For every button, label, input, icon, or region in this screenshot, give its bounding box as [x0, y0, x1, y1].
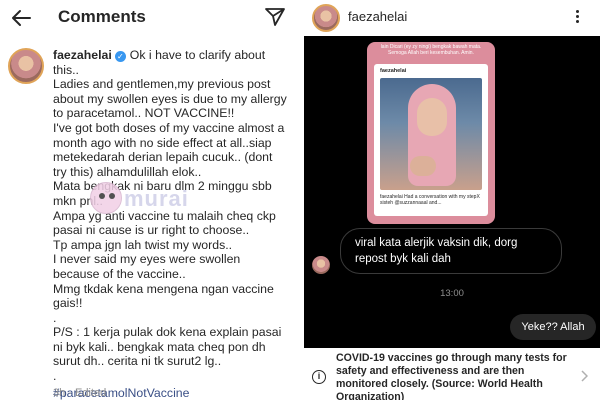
- avatar[interactable]: [8, 48, 44, 84]
- watermark-mascot-icon: [90, 182, 122, 214]
- shared-post-card: faezahelai faezahelai Had a conversation…: [374, 64, 488, 216]
- comment-time: 3h: [53, 387, 66, 399]
- avatar[interactable]: [312, 4, 340, 32]
- chevron-right-icon: [581, 370, 588, 382]
- comment-meta: 3h · Edited: [53, 387, 107, 399]
- panel-divider: [296, 0, 304, 400]
- watermark-text: murai: [124, 186, 189, 211]
- message-bubble-received: viral kata alerjik vaksin dik, dorg repo…: [340, 228, 562, 274]
- arrow-left-icon[interactable]: [10, 8, 32, 28]
- comment-body: faezahelai ✓ Ok i have to clarify about th…: [53, 48, 289, 400]
- comment: faezahelai ✓ Ok i have to clarify about th…: [0, 40, 296, 400]
- shared-post-photo: [380, 78, 482, 190]
- edited-label: Edited: [75, 387, 107, 399]
- page-title: Comments: [58, 7, 146, 26]
- dm-header: faezahelai: [304, 0, 600, 36]
- kebab-menu-icon[interactable]: [574, 9, 580, 27]
- shared-post-username: faezahelai: [380, 68, 407, 74]
- comment-username[interactable]: faezahelai: [53, 48, 112, 62]
- comments-header: Comments: [0, 0, 296, 36]
- info-icon: i: [312, 370, 326, 384]
- covid-info-notice[interactable]: i COVID-19 vaccines go through many test…: [304, 348, 600, 400]
- comments-screen: Comments faezahelai ✓ Ok i have to clarify…: [0, 0, 296, 400]
- verified-badge-icon: ✓: [114, 51, 126, 62]
- paper-plane-icon[interactable]: [264, 7, 286, 27]
- message-bubble-sent: Yeke?? Allah: [510, 314, 596, 340]
- notice-text: COVID-19 vaccines go through many tests …: [336, 352, 567, 400]
- dm-screen: faezahelai lain Dicari (ey zy ningi) ben…: [304, 0, 600, 400]
- message-timestamp: 13:00: [440, 288, 464, 299]
- shared-post-caption: faezahelai Had a conversation with my st…: [380, 194, 480, 206]
- watermark-logo: murai: [88, 182, 208, 218]
- shared-post[interactable]: lain Dicari (ey zy ningi) bengkak bawah …: [367, 42, 495, 224]
- shared-post-top-text: lain Dicari (ey zy ningi) bengkak bawah …: [380, 44, 482, 56]
- sender-avatar: [312, 256, 330, 274]
- dm-username[interactable]: faezahelai: [348, 9, 407, 24]
